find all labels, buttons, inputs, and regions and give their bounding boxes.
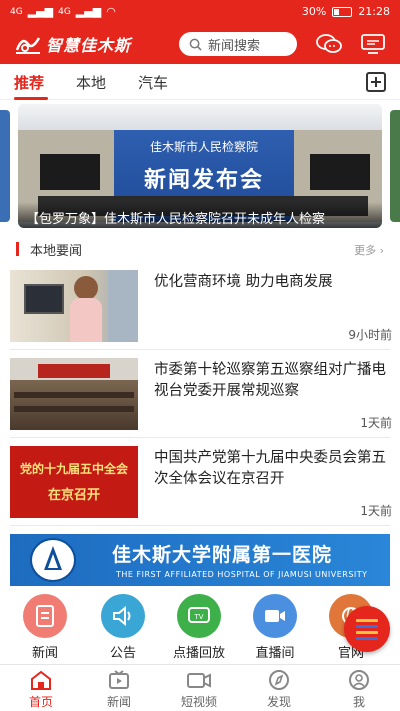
fab-stripe bbox=[356, 630, 378, 634]
nav-label: 新闻 bbox=[106, 695, 131, 709]
signal-icon: 4G bbox=[10, 6, 23, 17]
search-icon bbox=[189, 38, 202, 51]
ad-subtitle: THE FIRST AFFILIATED HOSPITAL OF JIAMUSI… bbox=[116, 570, 368, 579]
logo-mark-icon bbox=[15, 37, 41, 54]
shortcut-label: 点播回放 bbox=[172, 646, 225, 661]
fab-stripe bbox=[356, 618, 378, 622]
shortcut-notice[interactable]: 公告 bbox=[88, 594, 158, 661]
hospital-crest-icon bbox=[30, 538, 76, 582]
bottom-navigation: 首页 新闻 短视频 发现 我 bbox=[0, 664, 400, 711]
banner-caption: 【包罗万象】佳木斯市人民检察院召开未成年人检察 bbox=[18, 202, 382, 228]
app-logo: 智慧佳木斯 bbox=[14, 32, 131, 56]
speaker-icon bbox=[101, 594, 145, 638]
shortcut-grid: 新闻 公告 TV 点播回放 直播间 官网 bbox=[0, 594, 400, 661]
banner-carousel[interactable]: 佳木斯市人民检察院 新闻发布会 【包罗万象】佳木斯市人民检察院召开未成年人检察 bbox=[0, 104, 400, 228]
more-link[interactable]: 更多 › bbox=[354, 242, 384, 258]
banner-ceiling bbox=[18, 104, 382, 132]
hospital-ad-banner[interactable]: 佳木斯大学附属第一医院 THE FIRST AFFILIATED HOSPITA… bbox=[10, 534, 390, 586]
signal-bars-icon-2: ▂▄▆ bbox=[75, 5, 102, 18]
divider bbox=[10, 525, 390, 526]
shortcut-label: 直播间 bbox=[255, 646, 295, 661]
shortcut-label: 公告 bbox=[109, 646, 136, 661]
fab-stripe bbox=[356, 636, 378, 640]
news-headline[interactable]: 优化营商环境 助力电商发展 bbox=[154, 272, 390, 293]
news-item[interactable]: 优化营商环境 助力电商发展 9小时前 bbox=[0, 270, 400, 354]
section-accent-bar bbox=[16, 242, 19, 256]
top-bar: 4G ▂▄▆ 4G ▂▄▆ ◠ 30% 21:28 智慧佳木斯 新闻搜索 bbox=[0, 0, 400, 64]
banner-prev-peek[interactable] bbox=[0, 110, 10, 222]
news-time: 1天前 bbox=[360, 504, 392, 518]
news-headline[interactable]: 中国共产党第十九届中央委员会第五次全体会议在京召开 bbox=[154, 448, 390, 490]
short-video-icon bbox=[187, 673, 211, 688]
nav-discover[interactable]: 发现 bbox=[244, 669, 314, 710]
banner-slide[interactable]: 佳木斯市人民检察院 新闻发布会 【包罗万象】佳木斯市人民检察院召开未成年人检察 bbox=[18, 104, 382, 228]
category-tabs: 推荐 本地 汽车 bbox=[0, 64, 400, 100]
section-title: 本地要闻 bbox=[30, 244, 83, 259]
clock: 21:28 bbox=[358, 5, 390, 18]
nav-me[interactable]: 我 bbox=[324, 669, 394, 710]
wifi-icon: ◠ bbox=[106, 5, 116, 18]
nav-label: 我 bbox=[352, 695, 365, 709]
news-item[interactable]: 党的十九届五中全会 在京召开 中国共产党第十九届中央委员会第五次全体会议在京召开… bbox=[0, 446, 400, 530]
app-screen: 4G ▂▄▆ 4G ▂▄▆ ◠ 30% 21:28 智慧佳木斯 新闻搜索 推荐 … bbox=[0, 0, 400, 711]
document-icon bbox=[23, 594, 67, 638]
nav-label: 首页 bbox=[28, 695, 53, 709]
divider bbox=[10, 437, 390, 438]
svg-text:TV: TV bbox=[193, 613, 203, 621]
news-headline[interactable]: 市委第十轮巡察第五巡察组对广播电视台党委开展常规巡察 bbox=[154, 360, 390, 402]
user-icon bbox=[349, 670, 369, 690]
battery-icon bbox=[332, 6, 353, 17]
chat-icon[interactable] bbox=[316, 33, 342, 55]
thumb-text-2: 在京召开 bbox=[47, 488, 100, 503]
app-header: 智慧佳木斯 新闻搜索 bbox=[0, 24, 400, 64]
home-icon bbox=[31, 670, 51, 690]
tab-recommend[interactable]: 推荐 bbox=[14, 72, 44, 93]
compass-icon bbox=[269, 670, 289, 690]
tab-auto[interactable]: 汽车 bbox=[138, 72, 168, 93]
nav-news[interactable]: 新闻 bbox=[84, 669, 154, 710]
video-camera-icon bbox=[253, 594, 297, 638]
active-tab-indicator bbox=[14, 97, 48, 100]
signal-icon-2: 4G bbox=[58, 6, 71, 17]
news-time: 1天前 bbox=[360, 416, 392, 430]
tv-icon: TV bbox=[177, 594, 221, 638]
banner-sign-line1: 佳木斯市人民检察院 bbox=[149, 140, 258, 154]
status-bar: 4G ▂▄▆ 4G ▂▄▆ ◠ 30% 21:28 bbox=[0, 0, 400, 24]
search-placeholder: 新闻搜索 bbox=[208, 38, 261, 54]
shortcut-live[interactable]: 直播间 bbox=[240, 594, 310, 661]
shortcut-label: 新闻 bbox=[31, 646, 58, 661]
search-box[interactable]: 新闻搜索 bbox=[179, 32, 297, 56]
news-item[interactable]: 市委第十轮巡察第五巡察组对广播电视台党委开展常规巡察 1天前 bbox=[0, 358, 400, 442]
shortcut-news[interactable]: 新闻 bbox=[10, 594, 80, 661]
news-tv-icon bbox=[109, 670, 129, 689]
nav-home[interactable]: 首页 bbox=[6, 669, 76, 710]
thumb-text: 党的十九届五中全会 bbox=[19, 462, 128, 476]
tv-icon[interactable] bbox=[360, 33, 386, 55]
news-time: 9小时前 bbox=[348, 328, 392, 342]
banner-screen-left bbox=[40, 154, 100, 190]
shortcut-replay[interactable]: TV 点播回放 bbox=[164, 594, 234, 661]
signal-bars-icon: ▂▄▆ bbox=[27, 5, 54, 18]
ad-title: 佳木斯大学附属第一医院 bbox=[112, 544, 333, 566]
plus-square-icon[interactable] bbox=[366, 72, 386, 92]
news-thumbnail bbox=[10, 270, 138, 342]
divider bbox=[10, 349, 390, 350]
news-thumbnail bbox=[10, 358, 138, 430]
local-news-header: 本地要闻 更多 › bbox=[0, 236, 400, 262]
nav-label: 发现 bbox=[266, 695, 291, 709]
battery-percent: 30% bbox=[301, 5, 327, 18]
logo-text: 智慧佳木斯 bbox=[46, 36, 132, 55]
floating-menu-button[interactable] bbox=[344, 606, 390, 652]
banner-next-peek[interactable] bbox=[390, 110, 400, 222]
banner-screen-right bbox=[310, 154, 370, 190]
fab-stripe bbox=[356, 624, 378, 628]
nav-short-video[interactable]: 短视频 bbox=[164, 669, 234, 710]
banner-sign-line2: 新闻发布会 bbox=[143, 168, 264, 193]
news-thumbnail: 党的十九届五中全会 在京召开 bbox=[10, 446, 138, 518]
tab-local[interactable]: 本地 bbox=[76, 72, 106, 93]
nav-label: 短视频 bbox=[180, 695, 217, 709]
